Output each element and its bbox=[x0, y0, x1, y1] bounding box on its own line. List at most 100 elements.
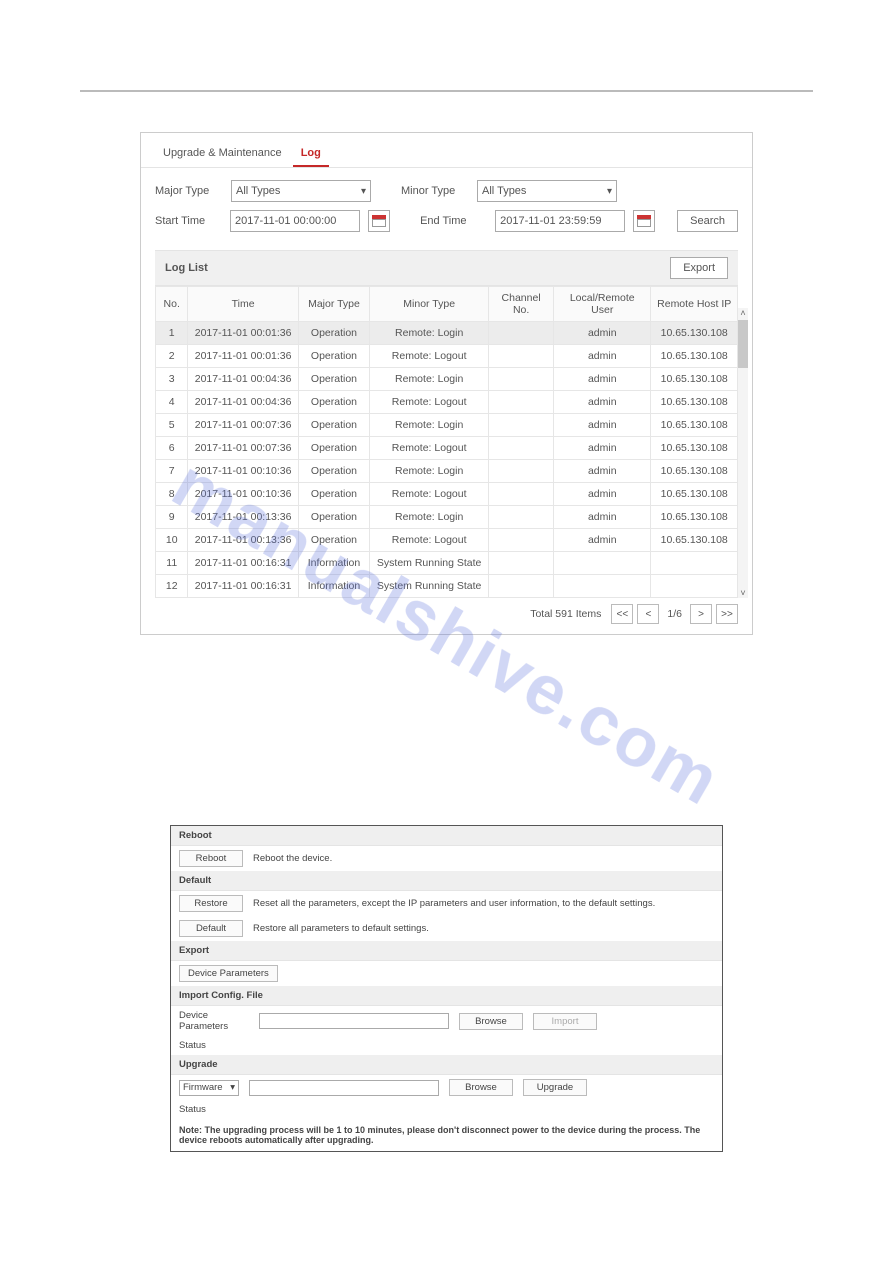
col-channel: Channel No. bbox=[489, 287, 554, 322]
cell-channel bbox=[489, 460, 554, 483]
col-no: No. bbox=[156, 287, 188, 322]
cell-minor: Remote: Login bbox=[370, 322, 489, 345]
cell-time: 2017-11-01 00:16:31 bbox=[188, 575, 298, 598]
calendar-icon bbox=[637, 215, 651, 227]
cell-no: 2 bbox=[156, 345, 188, 368]
cell-no: 7 bbox=[156, 460, 188, 483]
table-row[interactable]: 102017-11-01 00:13:36OperationRemote: Lo… bbox=[156, 529, 738, 552]
reboot-heading: Reboot bbox=[171, 826, 722, 846]
search-button[interactable]: Search bbox=[677, 210, 738, 232]
export-heading: Export bbox=[171, 941, 722, 961]
cell-time: 2017-11-01 00:10:36 bbox=[188, 483, 298, 506]
cell-channel bbox=[489, 322, 554, 345]
start-time-calendar-button[interactable] bbox=[368, 210, 390, 232]
scrollbar-thumb[interactable] bbox=[738, 320, 748, 368]
log-panel: Upgrade & Maintenance Log Major Type All… bbox=[140, 132, 753, 635]
col-ip: Remote Host IP bbox=[651, 287, 738, 322]
upgrade-heading: Upgrade bbox=[171, 1055, 722, 1075]
table-row[interactable]: 22017-11-01 00:01:36OperationRemote: Log… bbox=[156, 345, 738, 368]
export-button[interactable]: Export bbox=[670, 257, 728, 279]
cell-channel bbox=[489, 575, 554, 598]
cell-major: Operation bbox=[298, 322, 369, 345]
cell-minor: Remote: Login bbox=[370, 460, 489, 483]
cell-user bbox=[554, 575, 651, 598]
table-row[interactable]: 82017-11-01 00:10:36OperationRemote: Log… bbox=[156, 483, 738, 506]
chevron-down-icon: ▾ bbox=[361, 186, 366, 197]
cell-major: Operation bbox=[298, 437, 369, 460]
cell-no: 1 bbox=[156, 322, 188, 345]
cell-time: 2017-11-01 00:07:36 bbox=[188, 437, 298, 460]
cell-user: admin bbox=[554, 322, 651, 345]
upgrade-file-input[interactable] bbox=[249, 1080, 439, 1096]
major-type-select[interactable]: All Types ▾ bbox=[231, 180, 371, 202]
reboot-button[interactable]: Reboot bbox=[179, 850, 243, 867]
table-row[interactable]: 12017-11-01 00:01:36OperationRemote: Log… bbox=[156, 322, 738, 345]
cell-minor: System Running State bbox=[370, 552, 489, 575]
default-button[interactable]: Default bbox=[179, 920, 243, 937]
minor-type-label: Minor Type bbox=[401, 185, 469, 197]
cell-no: 6 bbox=[156, 437, 188, 460]
upgrade-source-select[interactable]: Firmware ▾ bbox=[179, 1080, 239, 1096]
pager-first[interactable]: << bbox=[611, 604, 633, 624]
pager-next[interactable]: > bbox=[690, 604, 712, 624]
restore-desc: Reset all the parameters, except the IP … bbox=[253, 898, 655, 909]
cell-no: 11 bbox=[156, 552, 188, 575]
pager-total: Total 591 Items bbox=[530, 608, 601, 620]
cell-ip: 10.65.130.108 bbox=[651, 460, 738, 483]
import-label: Device Parameters bbox=[179, 1010, 249, 1032]
table-row[interactable]: 72017-11-01 00:10:36OperationRemote: Log… bbox=[156, 460, 738, 483]
cell-time: 2017-11-01 00:01:36 bbox=[188, 322, 298, 345]
import-browse-button[interactable]: Browse bbox=[459, 1013, 523, 1030]
cell-no: 10 bbox=[156, 529, 188, 552]
scroll-down-icon[interactable]: ˅ bbox=[740, 588, 745, 598]
cell-user: admin bbox=[554, 460, 651, 483]
tab-log[interactable]: Log bbox=[293, 143, 329, 167]
upgrade-browse-button[interactable]: Browse bbox=[449, 1079, 513, 1096]
pager-prev[interactable]: < bbox=[637, 604, 659, 624]
table-row[interactable]: 52017-11-01 00:07:36OperationRemote: Log… bbox=[156, 414, 738, 437]
cell-user: admin bbox=[554, 529, 651, 552]
scroll-up-icon[interactable]: ˄ bbox=[740, 308, 745, 318]
start-time-label: Start Time bbox=[155, 215, 222, 227]
cell-minor: Remote: Logout bbox=[370, 437, 489, 460]
tab-upgrade-maintenance[interactable]: Upgrade & Maintenance bbox=[155, 143, 290, 165]
start-time-input[interactable]: 2017-11-01 00:00:00 bbox=[230, 210, 360, 232]
cell-no: 4 bbox=[156, 391, 188, 414]
cell-user: admin bbox=[554, 437, 651, 460]
major-type-value: All Types bbox=[236, 185, 280, 197]
cell-channel bbox=[489, 437, 554, 460]
col-user: Local/Remote User bbox=[554, 287, 651, 322]
cell-user: admin bbox=[554, 368, 651, 391]
cell-major: Operation bbox=[298, 414, 369, 437]
table-row[interactable]: 62017-11-01 00:07:36OperationRemote: Log… bbox=[156, 437, 738, 460]
table-row[interactable]: 32017-11-01 00:04:36OperationRemote: Log… bbox=[156, 368, 738, 391]
cell-minor: Remote: Logout bbox=[370, 345, 489, 368]
major-type-label: Major Type bbox=[155, 185, 223, 197]
upgrade-button[interactable]: Upgrade bbox=[523, 1079, 587, 1096]
cell-time: 2017-11-01 00:04:36 bbox=[188, 391, 298, 414]
reboot-desc: Reboot the device. bbox=[253, 853, 332, 864]
cell-major: Operation bbox=[298, 506, 369, 529]
cell-time: 2017-11-01 00:01:36 bbox=[188, 345, 298, 368]
minor-type-select[interactable]: All Types ▾ bbox=[477, 180, 617, 202]
maintenance-panel: Reboot Reboot Reboot the device. Default… bbox=[170, 825, 723, 1152]
end-time-input[interactable]: 2017-11-01 23:59:59 bbox=[495, 210, 625, 232]
pager-last[interactable]: >> bbox=[716, 604, 738, 624]
import-button[interactable]: Import bbox=[533, 1013, 597, 1030]
table-row[interactable]: 122017-11-01 00:16:31InformationSystem R… bbox=[156, 575, 738, 598]
table-row[interactable]: 42017-11-01 00:04:36OperationRemote: Log… bbox=[156, 391, 738, 414]
cell-major: Operation bbox=[298, 483, 369, 506]
table-row[interactable]: 112017-11-01 00:16:31InformationSystem R… bbox=[156, 552, 738, 575]
upgrade-note: Note: The upgrading process will be 1 to… bbox=[171, 1119, 722, 1151]
cell-time: 2017-11-01 00:13:36 bbox=[188, 529, 298, 552]
cell-minor: Remote: Login bbox=[370, 506, 489, 529]
cell-major: Operation bbox=[298, 529, 369, 552]
restore-button[interactable]: Restore bbox=[179, 895, 243, 912]
end-time-calendar-button[interactable] bbox=[633, 210, 655, 232]
table-row[interactable]: 92017-11-01 00:13:36OperationRemote: Log… bbox=[156, 506, 738, 529]
cell-channel bbox=[489, 506, 554, 529]
import-file-input[interactable] bbox=[259, 1013, 449, 1029]
device-parameters-button[interactable]: Device Parameters bbox=[179, 965, 278, 982]
cell-user bbox=[554, 552, 651, 575]
chevron-down-icon: ▾ bbox=[230, 1082, 235, 1093]
